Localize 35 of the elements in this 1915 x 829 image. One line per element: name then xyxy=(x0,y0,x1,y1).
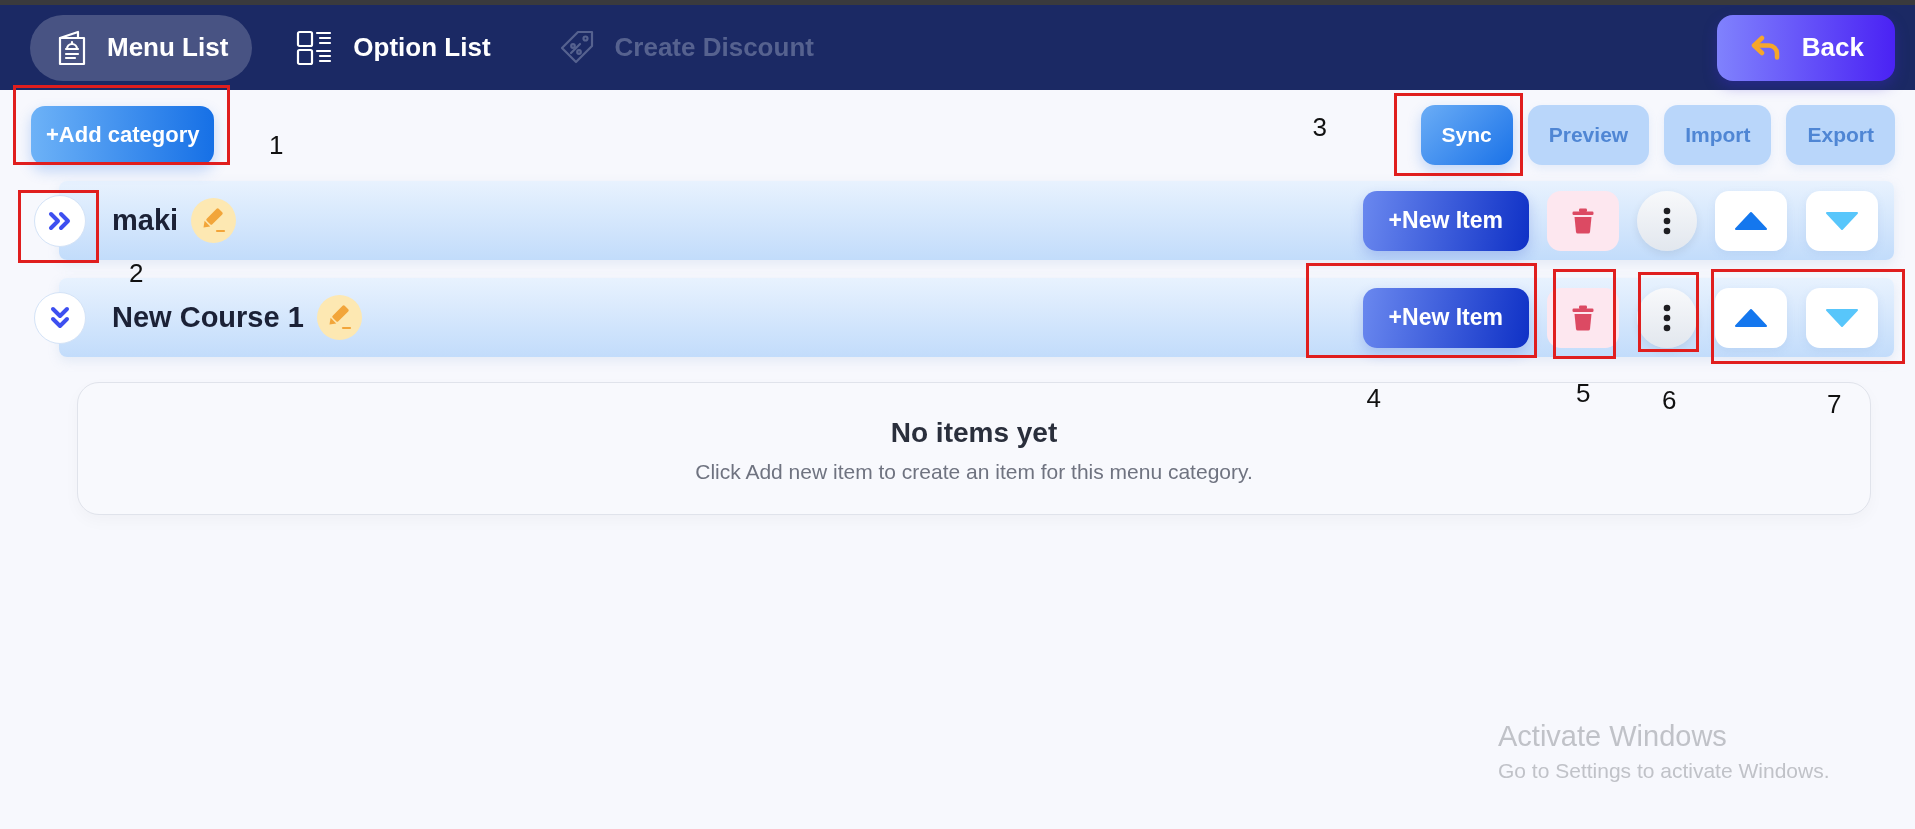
category-name: New Course 1 xyxy=(112,301,304,334)
list-grid-icon xyxy=(296,29,333,66)
trash-icon xyxy=(1572,207,1594,234)
add-category-button[interactable]: +Add category xyxy=(31,105,215,165)
nav-tab[interactable]: Menu List xyxy=(30,14,253,81)
triangle-up-icon xyxy=(1734,307,1768,328)
toolbar-button[interactable]: Sync xyxy=(1420,105,1513,165)
category-name: maki xyxy=(112,204,179,237)
move-up-button[interactable] xyxy=(1715,190,1787,251)
back-button[interactable]: Back xyxy=(1716,14,1895,81)
new-item-button[interactable]: +New Item xyxy=(1362,287,1529,348)
empty-state-message: Click Add new item to create an item for this menu category. xyxy=(695,459,1253,485)
double-chevron-down-icon xyxy=(50,305,70,330)
annotation-number: 2 xyxy=(129,259,144,286)
delete-button[interactable] xyxy=(1547,190,1619,251)
annotation-number: 1 xyxy=(269,131,284,158)
tag-icon xyxy=(558,30,594,65)
double-chevron-right-icon xyxy=(48,210,72,231)
triangle-down-icon xyxy=(1825,210,1859,231)
trash-icon xyxy=(1572,304,1594,331)
triangle-down-icon xyxy=(1825,307,1859,328)
document-icon xyxy=(58,29,86,66)
vertical-dots-icon xyxy=(1663,303,1671,332)
vertical-dots-icon xyxy=(1663,206,1671,235)
new-item-button[interactable]: +New Item xyxy=(1362,190,1529,251)
annotation-number: 3 xyxy=(1312,114,1328,140)
nav-tab[interactable]: Option List xyxy=(268,14,515,81)
empty-state-title: No items yet xyxy=(890,416,1058,450)
annotation-number: 7 xyxy=(1827,390,1842,417)
move-up-button[interactable] xyxy=(1715,287,1787,348)
annotation-number: 6 xyxy=(1662,386,1677,413)
annotation-number: 5 xyxy=(1576,379,1591,406)
annotation-number: 4 xyxy=(1366,384,1382,411)
reply-arrow-icon xyxy=(1750,34,1781,61)
triangle-up-icon xyxy=(1734,210,1768,231)
